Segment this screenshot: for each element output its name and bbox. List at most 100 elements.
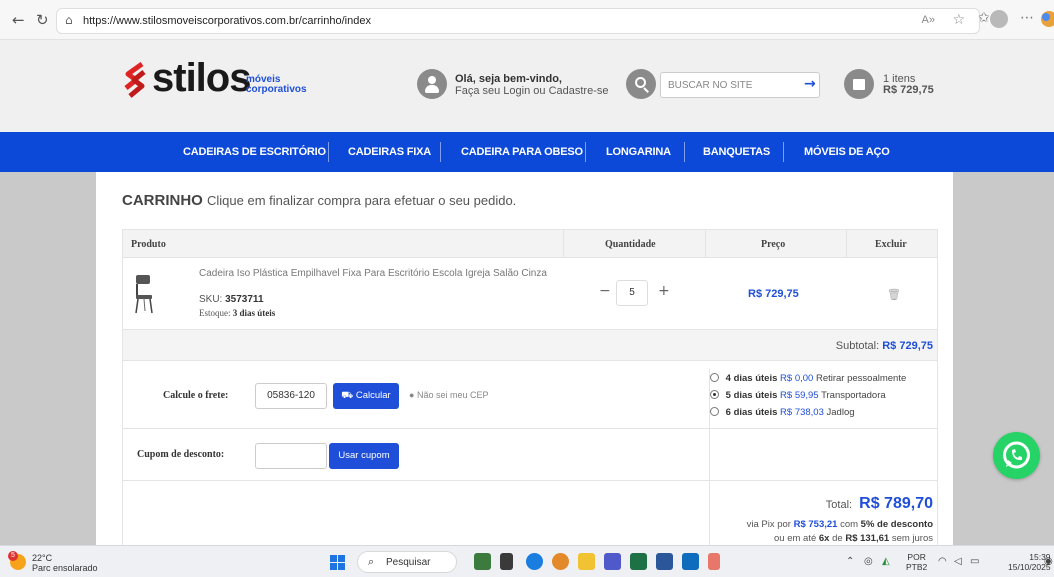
pix-mid: com [840,519,859,530]
product-stock: Estoque: 3 dias úteis [199,308,275,318]
reload-icon[interactable]: ↻ [36,12,49,28]
taskbar: 5 22°C Parc ensolarado ⌕ Pesquisar ⌃ ◎ ◭… [0,545,1054,577]
product-name-link[interactable]: Cadeira Iso Plástica Empilhavel Fixa Par… [199,268,559,280]
login-register-link[interactable]: Faça seu Login ou Cadastre-se [455,85,608,97]
google-drive-icon[interactable]: ◭ [882,556,890,567]
subtotal-label: Subtotal: [835,340,880,352]
nav-cadeiras-fixa[interactable]: CADEIRAS FIXA [348,146,431,158]
nav-cadeiras-escritorio[interactable]: CADEIRAS DE ESCRITÓRIO [183,146,326,158]
back-arrow-icon[interactable]: ← [12,12,25,28]
subtotal-value: R$ 729,75 [882,340,933,352]
radio-button-selected[interactable] [710,390,719,399]
calculate-shipping-button[interactable]: ⛟ Calcular [333,383,399,409]
sku-value: 3573711 [225,294,264,305]
tray-expand-icon[interactable]: ⌃ [846,556,854,567]
teams-icon[interactable] [604,553,621,570]
coupon-row: Cupom de desconto: Usar cupom [123,429,937,481]
cart-header-total: R$ 729,75 [883,84,934,96]
read-aloud-icon[interactable]: A» [922,14,935,26]
language-indicator[interactable]: POR PTB2 [906,552,927,572]
keyboard-layout: PTB2 [906,562,928,572]
whatsapp-icon [1003,441,1030,469]
installment-offer: ou em até 6x de R$ 131,61 sem juros [774,533,933,544]
favorites-icon[interactable]: ✩ [978,10,990,26]
installment-prefix: ou em até [774,533,817,544]
windows-start-icon[interactable] [330,555,345,570]
browser-toolbar: ← ↻ ⌂ https://www.stilosmoveiscorporativ… [0,0,1054,40]
battery-icon[interactable]: ▭ [970,556,979,567]
trash-icon[interactable]: 🗑 [887,288,901,301]
notification-bell-icon[interactable]: ◉ [1044,556,1053,567]
shipping-label: Calcule o frete: [163,390,229,401]
login-prompt[interactable]: Olá, seja bem-vindo, Faça seu Login ou C… [455,73,608,97]
installment-suffix: sem juros [891,533,933,544]
radio-button[interactable] [710,407,719,416]
page-subtitle: Clique em finalizar compra para efetuar … [207,193,517,208]
main-nav: CADEIRAS DE ESCRITÓRIO CADEIRAS FIXA CAD… [0,132,1054,172]
cart-icon[interactable] [844,69,874,99]
shipping-row: Calcule o frete: 05836-120 ⛟ Calcular ● … [123,361,937,429]
quantity-input[interactable]: 5 [616,280,648,306]
lock-icon[interactable]: ⌂ [65,13,73,27]
option-days: 4 dias úteis [725,373,778,384]
nav-longarina[interactable]: LONGARINA [606,146,671,158]
wifi-icon[interactable]: ◠ [938,556,947,567]
nav-banquetas[interactable]: BANQUETAS [703,146,770,158]
search-icon: ⌕ [368,555,375,568]
copilot-icon[interactable] [1040,10,1054,28]
chrome-browser-icon[interactable] [552,553,569,570]
more-menu-icon[interactable]: ⋯ [1020,10,1034,26]
word-icon[interactable] [656,553,673,570]
subtotal: Subtotal: R$ 729,75 [836,340,933,352]
pix-discount: 5% de desconto [860,519,933,530]
dont-know-cep-link[interactable]: ● Não sei meu CEP [409,390,488,400]
widgets-app-icon[interactable] [474,553,491,570]
tray-app-icon[interactable]: ◎ [864,556,873,567]
quantity-increase-button[interactable]: + [658,283,670,299]
quantity-decrease-button[interactable]: − [599,283,611,299]
table-row: Cadeira Iso Plástica Empilhavel Fixa Par… [123,258,937,330]
task-view-icon[interactable] [500,553,513,570]
welcome-text: Olá, seja bem-vindo, [455,73,562,85]
pix-prefix: via Pix por [746,519,791,530]
search-input[interactable]: BUSCAR NO SITE [660,72,820,98]
apply-coupon-button[interactable]: Usar cupom [329,443,399,469]
file-explorer-icon[interactable] [578,553,595,570]
total-value: R$ 789,70 [859,495,933,512]
col-produto: Produto [131,239,166,250]
coupon-input[interactable] [255,443,327,469]
nav-cadeira-obeso[interactable]: CADEIRA PARA OBESO [461,146,583,158]
dont-know-cep-text: Não sei meu CEP [416,390,489,400]
shipping-option-transportadora[interactable]: 5 dias úteis R$ 59,95 Transportadora [710,390,886,401]
nav-moveis-aco[interactable]: MÓVEIS DE AÇO [804,146,890,158]
product-thumbnail[interactable] [133,274,155,314]
logo-wordmark: stilos [152,56,251,100]
volume-icon[interactable]: ◁ [954,556,962,567]
mini-cart[interactable]: 1 itens R$ 729,75 [883,74,934,96]
user-icon[interactable] [417,69,447,99]
cart-table: Produto Quantidade Preço Excluir Cadeira… [122,229,938,546]
weather-condition: Parc ensolarado [32,563,98,573]
radio-button[interactable] [710,373,719,382]
outlook-icon[interactable] [682,553,699,570]
total-label: Total: [825,499,853,511]
edge-browser-icon[interactable] [526,553,543,570]
language-code: POR [907,552,926,562]
taskbar-search[interactable]: ⌕ Pesquisar [357,551,457,573]
nav-divider [783,142,784,162]
favorite-star-icon[interactable]: ☆ [952,12,965,28]
address-bar[interactable]: ⌂ https://www.stilosmoveiscorporativos.c… [56,8,980,34]
shipping-options: 4 dias úteis R$ 0,00 Retirar pessoalment… [709,369,937,429]
search-submit-arrow-icon[interactable]: → [804,76,816,92]
profile-avatar[interactable] [990,10,1008,28]
shipping-option-jadlog[interactable]: 6 dias úteis R$ 738,03 Jadlog [710,407,855,418]
url-text[interactable]: https://www.stilosmoveiscorporativos.com… [83,15,371,27]
stock-label: Estoque: [199,308,231,318]
option-price: R$ 0,00 [780,373,814,384]
excel-icon[interactable] [630,553,647,570]
cep-input[interactable]: 05836-120 [255,383,327,409]
shipping-option-pickup[interactable]: 4 dias úteis R$ 0,00 Retirar pessoalment… [710,373,906,384]
pinned-app-icon[interactable] [708,553,720,570]
installment-count: 6x [818,533,830,544]
whatsapp-button[interactable] [993,432,1040,479]
